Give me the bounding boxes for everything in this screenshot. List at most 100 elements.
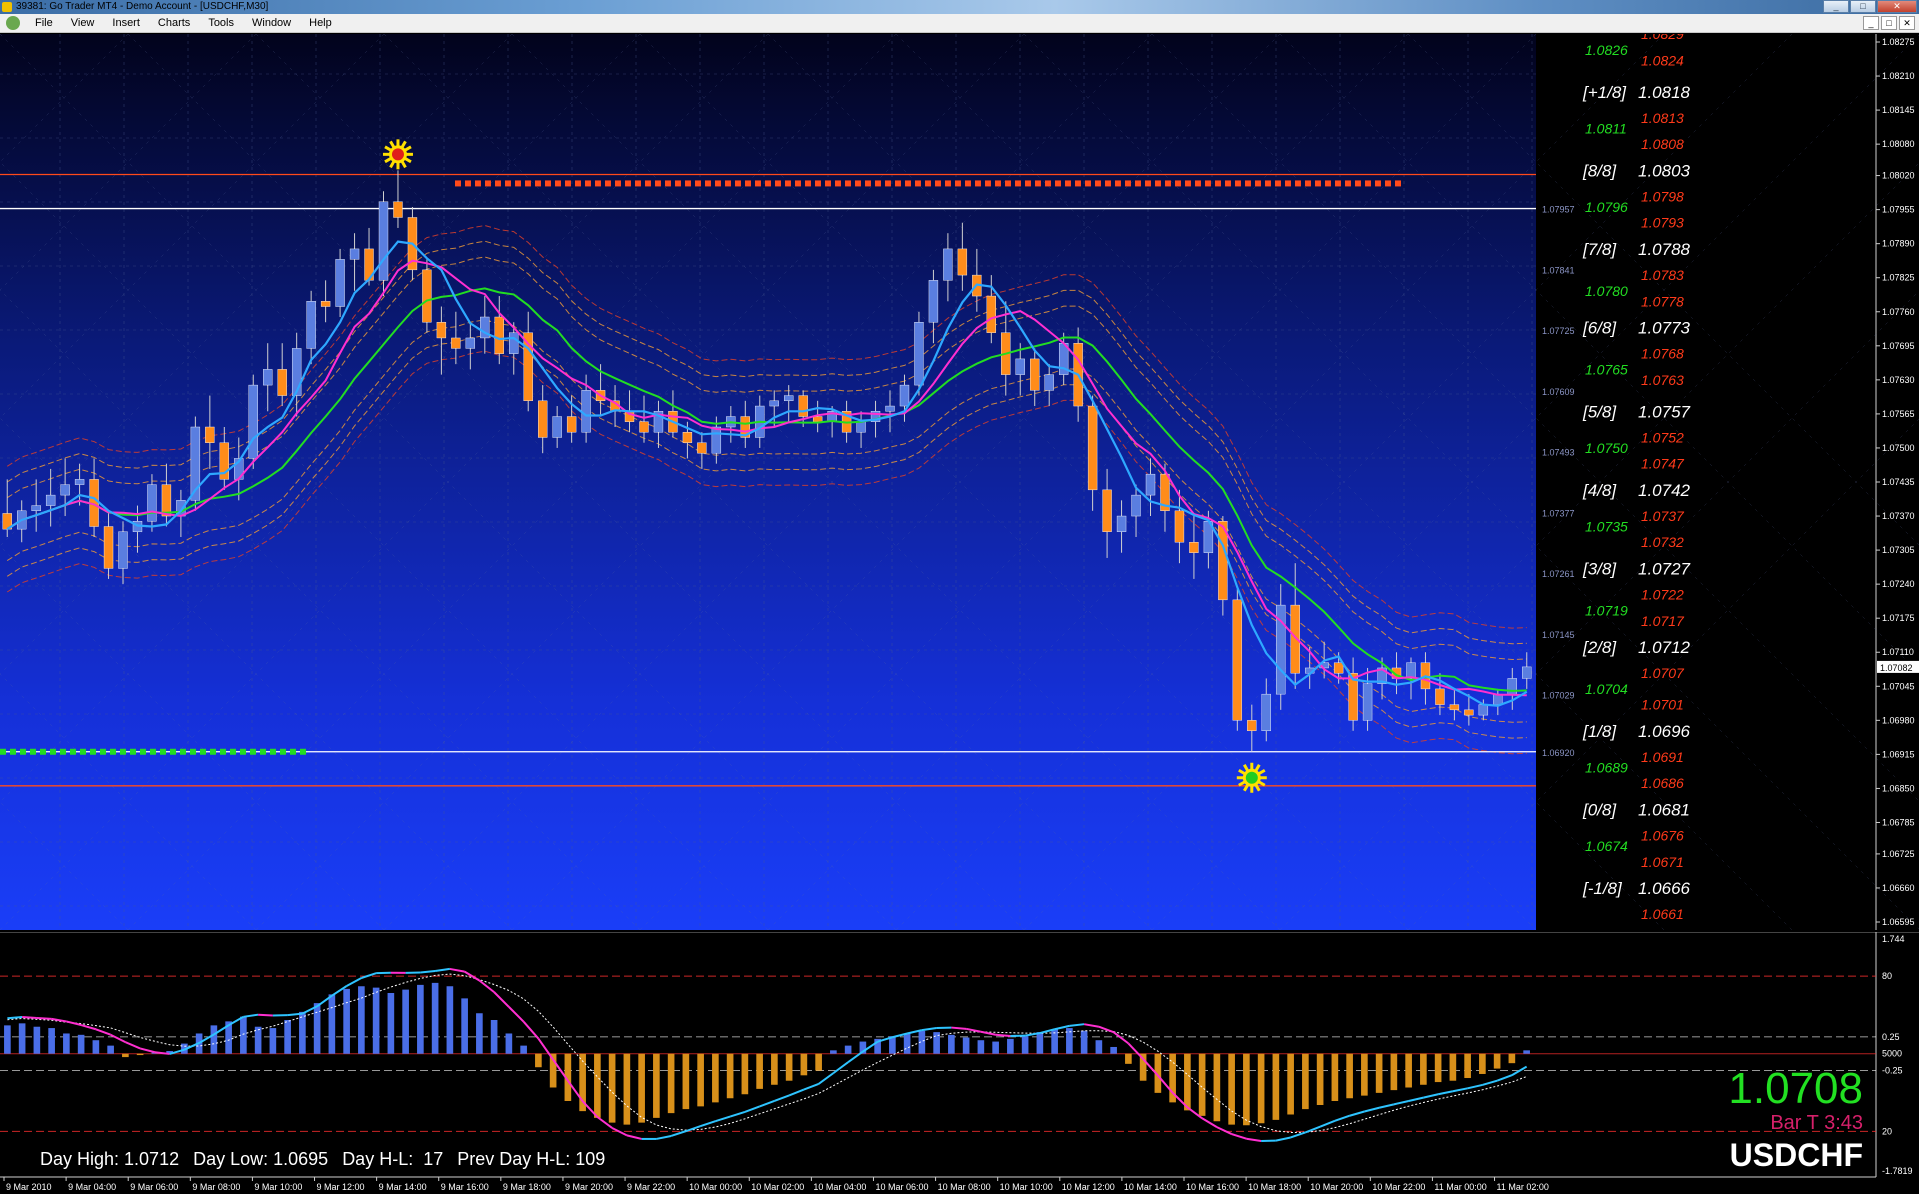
support-dot <box>220 748 226 755</box>
resistance-dot <box>995 180 1001 187</box>
candle-bear <box>422 269 432 323</box>
price-tick-label: 1.08020 <box>1882 171 1915 181</box>
resistance-dot <box>1175 180 1181 187</box>
murrey-red-value: 1.0701 <box>1641 697 1684 713</box>
price-tick-label: 1.07695 <box>1882 341 1915 351</box>
resistance-dot <box>835 180 841 187</box>
menu-file[interactable]: File <box>26 14 62 32</box>
inner-level-label: 1.07377 <box>1542 508 1575 518</box>
time-tick-label: 10 Mar 08:00 <box>938 1182 991 1192</box>
window-titlebar: 39381: Go Trader MT4 - Demo Account - [U… <box>0 0 1919 14</box>
support-dot <box>80 748 86 755</box>
resistance-dot <box>1075 180 1081 187</box>
candle-bear <box>436 322 447 339</box>
time-tick-label: 9 Mar 22:00 <box>627 1182 675 1192</box>
resistance-dot <box>815 180 821 187</box>
oscillator-tick-label: 5000 <box>1882 1049 1902 1059</box>
candle-bear <box>957 248 968 276</box>
candle-bear <box>1435 688 1445 705</box>
candle-bear <box>1449 704 1460 711</box>
menu-bar: File View Insert Charts Tools Window Hel… <box>0 14 1919 33</box>
price-chart[interactable]: 1.07957 1.07841 1.07725 1.07609 1.07493 1.073… <box>0 34 1919 930</box>
murrey-green-value: 1.0780 <box>1585 283 1628 299</box>
murrey-level-value: 1.0757 <box>1638 402 1691 421</box>
murrey-red-value: 1.0691 <box>1641 749 1684 765</box>
day-stats: Day High: 1.0712 Day Low: 1.0695 Day H-L: … <box>40 1149 619 1170</box>
murrey-green-value: 1.0811 <box>1585 120 1627 136</box>
time-tick-label: 9 Mar 2010 <box>6 1182 52 1192</box>
support-dot <box>100 748 106 755</box>
candle-bull <box>1015 358 1025 375</box>
murrey-green-value: 1.0750 <box>1585 440 1628 456</box>
candle-bull <box>581 390 591 433</box>
resistance-dot <box>1005 180 1011 187</box>
price-tick-label: 1.06785 <box>1882 817 1915 827</box>
support-dot <box>50 748 56 755</box>
support-dot <box>190 748 196 755</box>
chart-restore-button[interactable]: □ <box>1881 16 1897 30</box>
resistance-dot <box>785 180 791 187</box>
candle-bull <box>1522 666 1532 679</box>
murrey-red-value: 1.0707 <box>1641 665 1685 681</box>
menu-view[interactable]: View <box>62 14 104 32</box>
time-tick-label: 10 Mar 06:00 <box>875 1182 928 1192</box>
murrey-red-value: 1.0783 <box>1641 267 1684 283</box>
candle-bear <box>320 301 331 307</box>
oscillator-axis: 1.744 80 0.25 5000 -0.25 20 -1.7819 <box>1882 934 1913 1176</box>
candle-bear <box>697 442 707 454</box>
resistance-dot <box>1225 180 1231 187</box>
bottom-pivot-marker <box>1245 771 1258 784</box>
resistance-dot <box>1085 180 1091 187</box>
menu-help[interactable]: Help <box>300 14 341 32</box>
murrey-red-value: 1.0793 <box>1641 215 1684 231</box>
chart-close-button[interactable]: ✕ <box>1899 16 1915 30</box>
murrey-level-value: 1.0681 <box>1638 800 1690 819</box>
close-button[interactable]: ✕ <box>1877 0 1917 13</box>
document-icon[interactable] <box>6 16 20 30</box>
time-tick-label: 9 Mar 20:00 <box>565 1182 613 1192</box>
menu-tools[interactable]: Tools <box>199 14 243 32</box>
time-tick-label: 10 Mar 20:00 <box>1310 1182 1363 1192</box>
candle-bear <box>393 201 403 218</box>
resistance-dot <box>845 180 851 187</box>
murrey-level-value: 1.0818 <box>1638 83 1691 102</box>
support-dot <box>140 748 146 755</box>
resistance-dot <box>505 180 511 187</box>
murrey-level-value: 1.0712 <box>1638 638 1691 657</box>
resistance-dot <box>675 180 681 187</box>
support-dot <box>40 748 46 755</box>
price-tick-label: 1.07370 <box>1882 511 1915 521</box>
time-tick-label: 9 Mar 04:00 <box>68 1182 116 1192</box>
chart-minimize-button[interactable]: _ <box>1863 16 1879 30</box>
maximize-button[interactable]: □ <box>1850 0 1876 13</box>
day-range: Day H-L: 17 <box>342 1149 444 1169</box>
resistance-dot <box>725 180 731 187</box>
resistance-dot <box>1115 180 1121 187</box>
current-price: 1.0708 <box>1728 1064 1863 1113</box>
candle-bull <box>1261 693 1271 732</box>
resistance-dot <box>455 180 461 187</box>
time-tick-label: 9 Mar 16:00 <box>441 1182 489 1192</box>
candle-bear <box>161 484 172 517</box>
symbol-label: USDCHF <box>1729 1137 1863 1173</box>
resistance-dot <box>1135 180 1141 187</box>
resistance-dot <box>955 180 961 187</box>
candle-bear <box>986 295 996 333</box>
candle-bull <box>306 301 316 349</box>
candle-bear <box>1087 405 1098 491</box>
support-dot <box>60 748 66 755</box>
menu-window[interactable]: Window <box>243 14 300 32</box>
oscillator-line-falling <box>995 1033 1011 1037</box>
menu-insert[interactable]: Insert <box>103 14 149 32</box>
murrey-level-value: 1.0803 <box>1638 161 1691 180</box>
minimize-button[interactable]: _ <box>1823 0 1849 13</box>
time-tick-label: 11 Mar 02:00 <box>1497 1182 1549 1192</box>
time-tick-label: 10 Mar 18:00 <box>1248 1182 1301 1192</box>
resistance-dot <box>975 180 981 187</box>
resistance-dot <box>535 180 541 187</box>
candle-bull <box>711 426 722 454</box>
time-axis: 9 Mar 2010 9 Mar 04:00 9 Mar 06:00 9 Mar 08… <box>3 1177 1549 1192</box>
menu-charts[interactable]: Charts <box>149 14 199 32</box>
candle-bull <box>1145 473 1156 496</box>
price-tick-label: 1.08210 <box>1882 71 1915 81</box>
